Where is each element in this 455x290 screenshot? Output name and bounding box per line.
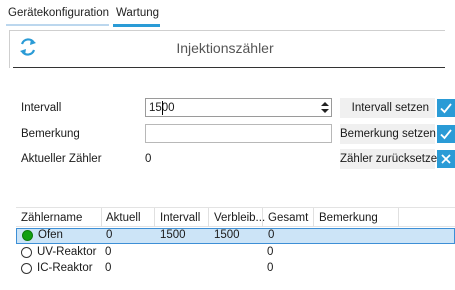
tab-wartung[interactable]: Wartung xyxy=(116,7,159,19)
cell-total: 0 xyxy=(267,262,274,274)
column-header-current[interactable]: Aktuell xyxy=(106,212,141,224)
column-header-name[interactable]: Zählername xyxy=(21,212,82,224)
remark-input[interactable] xyxy=(145,124,332,143)
panel-border-left xyxy=(9,30,10,68)
tab-geraetekonfiguration-underline xyxy=(6,24,109,26)
table-row[interactable]: UV-Reaktor 0 0 xyxy=(16,245,455,261)
set-remark-button[interactable]: Bemerkung setzen xyxy=(340,124,436,144)
cell-name: IC-Reaktor xyxy=(37,262,93,274)
counter-table-header: Zählername Aktuell Intervall Verbleib...… xyxy=(16,207,455,227)
panel-border-top xyxy=(9,30,445,31)
check-icon[interactable] xyxy=(437,125,455,143)
cell-remaining: 1500 xyxy=(214,229,240,241)
column-divider[interactable] xyxy=(154,208,155,227)
tab-geraetekonfiguration[interactable]: Gerätekonfiguration xyxy=(8,7,109,19)
status-inactive-icon xyxy=(21,247,32,258)
cell-name: UV-Reaktor xyxy=(37,246,97,258)
cell-name: Ofen xyxy=(38,229,63,241)
column-header-interval[interactable]: Intervall xyxy=(160,212,200,224)
remark-label: Bemerkung xyxy=(21,128,80,140)
column-header-remaining[interactable]: Verbleib... xyxy=(214,212,265,224)
column-divider[interactable] xyxy=(208,208,209,227)
column-header-remark[interactable]: Bemerkung xyxy=(319,212,378,224)
column-divider[interactable] xyxy=(313,208,314,227)
reset-counter-button[interactable]: Zähler zurücksetzen xyxy=(340,149,444,169)
column-header-total[interactable]: Gesamt xyxy=(268,212,308,224)
status-inactive-icon xyxy=(21,263,32,274)
title-divider xyxy=(13,67,445,68)
cell-current: 0 xyxy=(106,229,113,241)
column-divider[interactable] xyxy=(262,208,263,227)
tab-bar: Gerätekonfiguration Wartung xyxy=(0,0,455,27)
cell-total: 0 xyxy=(267,246,274,258)
interval-spinner[interactable] xyxy=(320,99,330,116)
refresh-icon[interactable] xyxy=(15,34,41,60)
panel-title: Injektionszähler xyxy=(176,40,274,56)
current-counter-value: 0 xyxy=(145,153,152,165)
cell-interval: 1500 xyxy=(160,229,186,241)
cell-current: 0 xyxy=(105,262,112,274)
table-row[interactable]: IC-Reaktor 0 0 xyxy=(16,261,455,277)
current-counter-label: Aktueller Zähler xyxy=(21,153,102,165)
tab-wartung-active-indicator xyxy=(113,24,160,27)
interval-label: Intervall xyxy=(21,102,62,114)
cell-current: 0 xyxy=(105,246,112,258)
check-icon[interactable] xyxy=(437,99,455,117)
status-active-icon xyxy=(22,230,33,241)
table-row[interactable]: Ofen 0 1500 1500 0 xyxy=(16,228,455,244)
column-divider[interactable] xyxy=(398,208,399,227)
cell-total: 0 xyxy=(268,229,275,241)
column-divider[interactable] xyxy=(101,208,102,227)
set-interval-button[interactable]: Intervall setzen xyxy=(340,98,435,118)
interval-input[interactable]: 1500 xyxy=(145,98,332,117)
text-caret xyxy=(162,101,163,115)
close-icon[interactable] xyxy=(437,150,455,168)
